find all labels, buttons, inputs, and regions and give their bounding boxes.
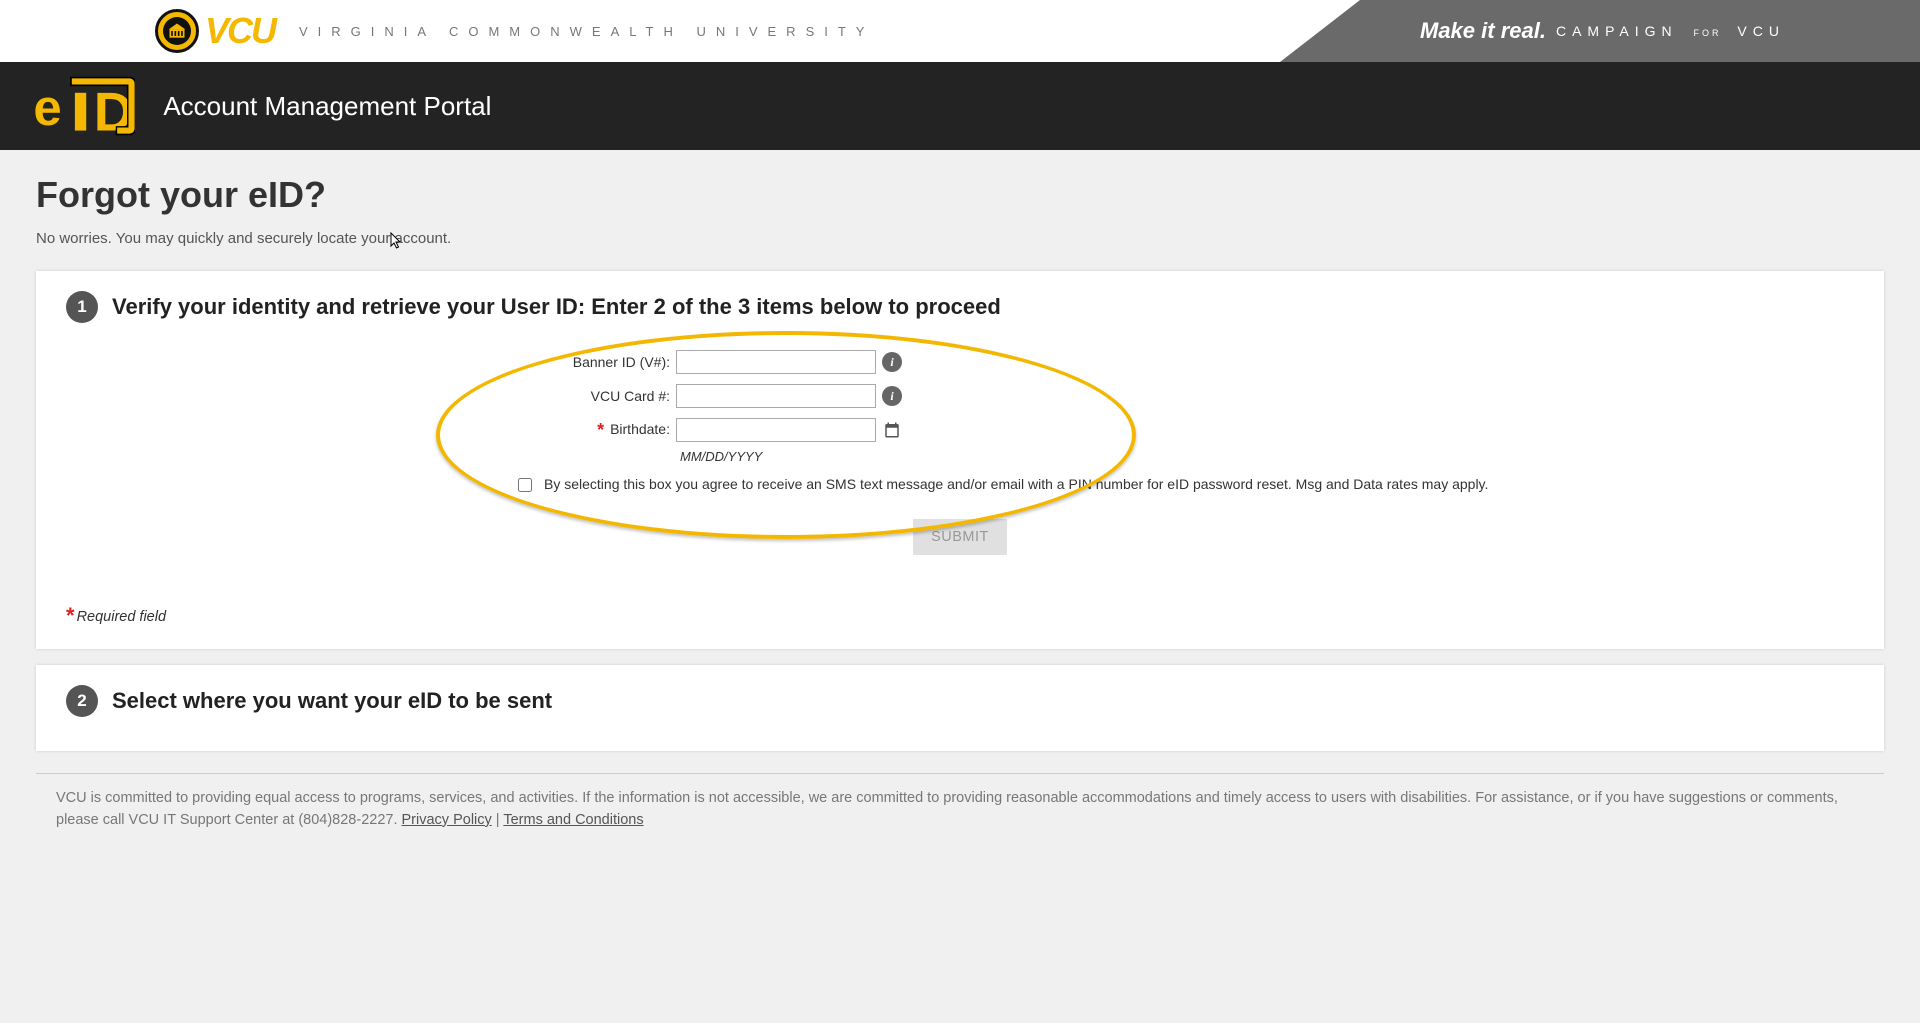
- campaign-slogan: Make it real.: [1420, 18, 1546, 44]
- birthdate-hint: MM/DD/YYYY: [680, 449, 1854, 464]
- vcu-topbar: VCU VIRGINIA COMMONWEALTH UNIVERSITY Mak…: [0, 0, 1920, 62]
- page-heading: Forgot your eID?: [36, 174, 1884, 216]
- portal-header: e D Account Management Portal: [0, 62, 1920, 150]
- vcu-wordmark: VCU: [205, 10, 275, 52]
- vcu-card-input[interactable]: [676, 384, 876, 408]
- consent-text: By selecting this box you agree to recei…: [544, 474, 1488, 495]
- campaign-text: CAMPAIGN FOR VCU: [1556, 23, 1785, 39]
- step1-number-badge: 1: [66, 291, 98, 323]
- banner-id-label: Banner ID (V#):: [66, 354, 676, 370]
- page-subtext: No worries. You may quickly and securely…: [36, 230, 1884, 247]
- portal-title: Account Management Portal: [163, 91, 491, 122]
- birthdate-input[interactable]: [676, 418, 876, 442]
- terms-link[interactable]: Terms and Conditions: [503, 812, 643, 828]
- svg-text:e: e: [33, 79, 61, 136]
- required-field-text: Required field: [77, 609, 166, 625]
- university-name: VIRGINIA COMMONWEALTH UNIVERSITY: [299, 24, 874, 39]
- step1-header: 1 Verify your identity and retrieve your…: [66, 291, 1854, 323]
- step1-card: 1 Verify your identity and retrieve your…: [36, 271, 1884, 649]
- vcu-card-label: VCU Card #:: [66, 388, 676, 404]
- campaign-word: CAMPAIGN: [1556, 23, 1678, 39]
- step2-title: Select where you want your eID to be sen…: [112, 688, 552, 714]
- required-field-note: *Required field: [66, 603, 1854, 629]
- campaign-for: FOR: [1693, 28, 1721, 38]
- banner-id-input[interactable]: [676, 350, 876, 374]
- submit-button[interactable]: SUBMIT: [913, 519, 1007, 555]
- step2-number-badge: 2: [66, 685, 98, 717]
- calendar-icon[interactable]: [882, 420, 902, 440]
- step2-card: 2 Select where you want your eID to be s…: [36, 665, 1884, 751]
- footer-text: VCU is committed to providing equal acce…: [36, 788, 1884, 846]
- campaign-banner[interactable]: Make it real. CAMPAIGN FOR VCU: [1280, 0, 1920, 62]
- birthdate-label-text: Birthdate:: [610, 421, 670, 437]
- info-icon[interactable]: i: [882, 386, 902, 406]
- consent-checkbox[interactable]: [518, 478, 532, 492]
- separator-line: [36, 773, 1884, 774]
- step1-title: Verify your identity and retrieve your U…: [112, 294, 1001, 320]
- campaign-vcu: VCU: [1737, 23, 1785, 39]
- info-icon[interactable]: i: [882, 352, 902, 372]
- step2-header: 2 Select where you want your eID to be s…: [66, 685, 1854, 717]
- privacy-policy-link[interactable]: Privacy Policy: [402, 812, 492, 828]
- birthdate-label: * Birthdate:: [66, 420, 676, 441]
- vcu-seal-icon: [155, 9, 199, 53]
- footer-body: VCU is committed to providing equal acce…: [56, 790, 1838, 828]
- page-content: Forgot your eID? No worries. You may qui…: [0, 150, 1920, 854]
- eid-logo-icon: e D: [22, 72, 135, 140]
